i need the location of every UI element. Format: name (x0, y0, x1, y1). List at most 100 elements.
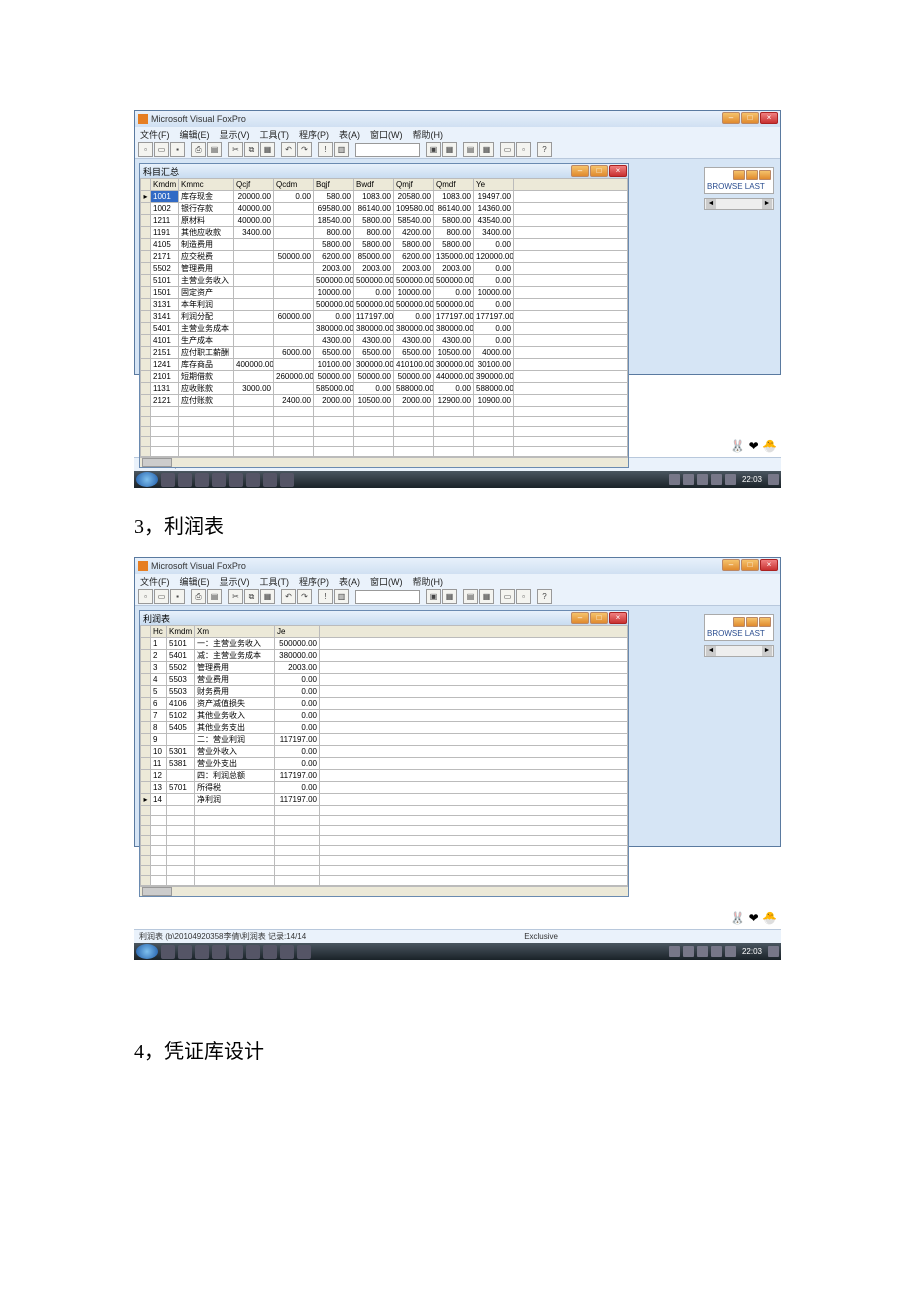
grid-cell[interactable] (234, 323, 274, 335)
grid-cell[interactable]: 应付账款 (179, 395, 234, 407)
grid-cell[interactable]: 1002 (151, 203, 179, 215)
grid-cell[interactable]: 2151 (151, 347, 179, 359)
task-icon[interactable] (161, 473, 175, 487)
column-header[interactable]: Bwdf (354, 179, 394, 191)
grid-cell[interactable] (167, 770, 195, 782)
grid-cell[interactable]: 0.00 (275, 674, 320, 686)
browse-titlebar[interactable]: 科目汇总 – □ × (140, 164, 628, 178)
grid-cell[interactable]: 380000.00 (354, 323, 394, 335)
grid-cell[interactable]: 500000.00 (434, 299, 474, 311)
menu-item[interactable]: 编辑(E) (180, 128, 210, 141)
grid-cell[interactable]: 0.00 (434, 287, 474, 299)
float-close-button[interactable] (759, 617, 771, 627)
main-titlebar[interactable]: Microsoft Visual FoxPro – □ × (135, 558, 780, 574)
form-icon[interactable]: ▣ (426, 142, 441, 157)
grid-cell[interactable]: 135000.00 (434, 251, 474, 263)
float-max-button[interactable] (746, 617, 758, 627)
grid-cell[interactable]: 5800.00 (314, 239, 354, 251)
grid-cell[interactable]: 5101 (167, 638, 195, 650)
browse-close-button[interactable]: × (609, 612, 627, 624)
grid-cell[interactable]: 10000.00 (474, 287, 514, 299)
grid-cell[interactable]: 0.00 (474, 323, 514, 335)
grid-cell[interactable]: 0.00 (394, 311, 434, 323)
grid-container[interactable]: KmdmKmmcQcjfQcdmBqjfBwdfQmjfQmdfYe▸1001库… (140, 178, 628, 457)
grid-cell[interactable]: 0.00 (434, 383, 474, 395)
grid-cell[interactable]: 营业费用 (195, 674, 275, 686)
grid-cell[interactable]: 6200.00 (394, 251, 434, 263)
grid-cell[interactable]: 3000.00 (234, 383, 274, 395)
grid-cell[interactable]: 生产成本 (179, 335, 234, 347)
grid-cell[interactable]: 5301 (167, 746, 195, 758)
form-icon[interactable]: ▣ (426, 589, 441, 604)
grid-cell[interactable]: 58540.00 (394, 215, 434, 227)
grid-cell[interactable]: 2 (151, 650, 167, 662)
grid-cell[interactable] (234, 299, 274, 311)
show-desktop-button[interactable] (768, 474, 779, 485)
grid-cell[interactable]: 1083.00 (354, 191, 394, 203)
grid-cell[interactable]: 500000.00 (314, 299, 354, 311)
menu-item[interactable]: 显示(V) (220, 128, 250, 141)
menu-item[interactable]: 帮助(H) (413, 575, 444, 588)
grid-cell[interactable]: 一：主营业务收入 (195, 638, 275, 650)
grid-cell[interactable]: 本年利润 (179, 299, 234, 311)
grid-cell[interactable]: 380000.00 (394, 323, 434, 335)
window2-icon[interactable]: ▫ (516, 142, 531, 157)
grid-cell[interactable]: 1083.00 (434, 191, 474, 203)
grid-cell[interactable]: 主营业务成本 (179, 323, 234, 335)
window2-icon[interactable]: ▫ (516, 589, 531, 604)
grid-cell[interactable]: 2003.00 (314, 263, 354, 275)
grid-cell[interactable]: 财务费用 (195, 686, 275, 698)
grid-cell[interactable]: 2000.00 (394, 395, 434, 407)
task-icon[interactable] (229, 945, 243, 959)
grid-cell[interactable]: 109580.00 (394, 203, 434, 215)
menu-item[interactable]: 编辑(E) (180, 575, 210, 588)
task-icon[interactable] (178, 945, 192, 959)
auto-icon[interactable]: ▦ (442, 142, 457, 157)
float-scrollbar[interactable]: ◄► (704, 198, 774, 210)
close-button[interactable]: × (760, 112, 778, 124)
column-header[interactable]: Kmmc (179, 179, 234, 191)
grid-cell[interactable]: 5800.00 (354, 215, 394, 227)
grid-cell[interactable]: 5405 (167, 722, 195, 734)
grid-cell[interactable]: 86140.00 (434, 203, 474, 215)
show-desktop-button[interactable] (768, 946, 779, 957)
grid-cell[interactable] (234, 239, 274, 251)
save-icon[interactable]: ▪ (170, 142, 185, 157)
grid-cell[interactable]: 6200.00 (314, 251, 354, 263)
table-icon[interactable]: ▦ (479, 142, 494, 157)
start-button[interactable] (136, 944, 158, 959)
grid-cell[interactable]: 4101 (151, 335, 179, 347)
grid-cell[interactable]: 0.00 (314, 311, 354, 323)
grid-cell[interactable]: 20000.00 (234, 191, 274, 203)
tray-icon[interactable] (725, 946, 736, 957)
grid-cell[interactable]: 5401 (151, 323, 179, 335)
save-icon[interactable]: ▪ (170, 589, 185, 604)
grid-cell[interactable]: 50000.00 (394, 371, 434, 383)
minimize-button[interactable]: – (722, 112, 740, 124)
menu-item[interactable]: 窗口(W) (370, 128, 403, 141)
grid-cell[interactable] (274, 383, 314, 395)
grid-cell[interactable]: 0.00 (275, 746, 320, 758)
undo-icon[interactable]: ↶ (281, 142, 296, 157)
modify-icon[interactable]: ▥ (334, 589, 349, 604)
grid-cell[interactable]: 1131 (151, 383, 179, 395)
horizontal-scrollbar[interactable] (140, 886, 628, 896)
grid-cell[interactable]: 3 (151, 662, 167, 674)
auto-icon[interactable]: ▦ (442, 589, 457, 604)
grid-cell[interactable]: 300000.00 (434, 359, 474, 371)
menubar[interactable]: 文件(F)编辑(E)显示(V)工具(T)程序(P)表(A)窗口(W)帮助(H) (135, 127, 780, 141)
grid-cell[interactable] (167, 794, 195, 806)
grid-cell[interactable]: 5701 (167, 782, 195, 794)
grid-cell[interactable] (234, 371, 274, 383)
command-window[interactable]: BROWSE LAST ◄► (704, 167, 774, 210)
grid-cell[interactable]: 利润分配 (179, 311, 234, 323)
grid-cell[interactable]: 0.00 (474, 239, 514, 251)
grid-cell[interactable]: 减：主营业务成本 (195, 650, 275, 662)
grid-cell[interactable]: 500000.00 (314, 275, 354, 287)
main-titlebar[interactable]: Microsoft Visual FoxPro – □ × (135, 111, 780, 127)
grid-cell[interactable]: 0.00 (275, 698, 320, 710)
grid-cell[interactable]: 800.00 (354, 227, 394, 239)
grid-cell[interactable]: 400000.00 (234, 359, 274, 371)
grid-cell[interactable] (274, 227, 314, 239)
grid-cell[interactable]: 5800.00 (434, 215, 474, 227)
